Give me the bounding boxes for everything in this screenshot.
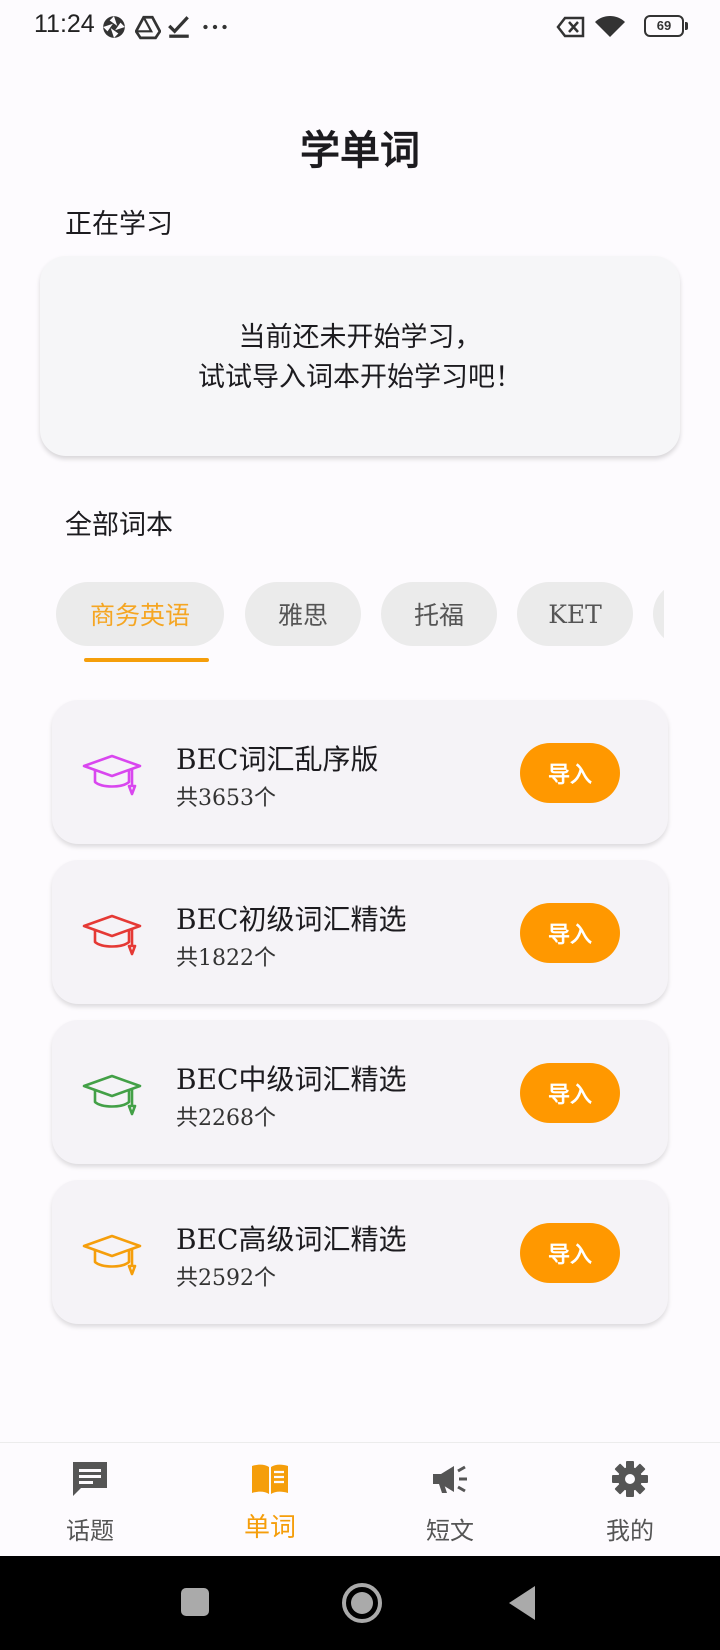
tab-ielts[interactable]: 雅思 xyxy=(245,582,361,646)
section-all-books-label: 全部词本 xyxy=(65,510,173,541)
tab-ket[interactable]: KET xyxy=(517,582,633,646)
battery-icon: 69 xyxy=(644,15,688,37)
tab-business-english[interactable]: 商务英语 xyxy=(56,582,224,646)
nav-label: 话题 xyxy=(66,1517,114,1545)
active-tab-indicator xyxy=(84,658,209,662)
book-title: BEC初级词汇精选 xyxy=(176,903,407,936)
book-title: BEC中级词汇精选 xyxy=(176,1063,407,1096)
aperture-icon xyxy=(103,16,125,38)
megaphone-icon xyxy=(433,1465,467,1493)
bottom-navigation: 话题 单词 短文 我的 xyxy=(0,1442,720,1557)
book-card[interactable]: BEC高级词汇精选 共2592个 导入 xyxy=(52,1180,668,1324)
wifi-icon xyxy=(595,16,625,37)
import-button[interactable]: 导入 xyxy=(520,1223,620,1283)
task-check-icon xyxy=(168,16,189,38)
gear-icon xyxy=(612,1461,648,1497)
page-title: 学单词 xyxy=(300,128,420,174)
book-title: BEC词汇乱序版 xyxy=(176,743,379,776)
nav-label: 短文 xyxy=(426,1517,474,1545)
graduation-cap-icon xyxy=(82,754,142,796)
back-button[interactable] xyxy=(509,1586,535,1620)
import-button[interactable]: 导入 xyxy=(520,743,620,803)
nav-label: 我的 xyxy=(606,1517,654,1545)
empty-state-text: 当前还未开始学习， 试试导入词本开始学习吧！ xyxy=(40,318,680,398)
recent-apps-button[interactable] xyxy=(181,1588,209,1616)
book-icon xyxy=(252,1464,288,1494)
empty-line-2: 试试导入词本开始学习吧！ xyxy=(198,362,522,393)
home-button-center xyxy=(351,1592,373,1614)
book-card[interactable]: BEC初级词汇精选 共1822个 导入 xyxy=(52,860,668,1004)
graduation-cap-icon xyxy=(82,914,142,956)
nav-label: 单词 xyxy=(243,1513,296,1543)
category-tab-row[interactable]: 商务英语 雅思 托福 KET xyxy=(56,582,664,648)
import-button[interactable]: 导入 xyxy=(520,1063,620,1123)
tab-more[interactable] xyxy=(653,582,664,646)
tab-toefl[interactable]: 托福 xyxy=(381,582,497,646)
graduation-cap-icon xyxy=(82,1234,142,1276)
status-bar: 11:24 69 xyxy=(0,0,720,56)
section-current-label: 正在学习 xyxy=(65,209,173,240)
nav-words[interactable]: 单词 xyxy=(180,1443,360,1557)
book-word-count: 共3653个 xyxy=(176,786,276,811)
book-word-count: 共2592个 xyxy=(176,1266,276,1291)
drive-icon xyxy=(135,15,161,40)
book-card[interactable]: BEC词汇乱序版 共3653个 导入 xyxy=(52,700,668,844)
nav-mine[interactable]: 我的 xyxy=(540,1443,720,1557)
book-card[interactable]: BEC中级词汇精选 共2268个 导入 xyxy=(52,1020,668,1164)
nav-passages[interactable]: 短文 xyxy=(360,1443,540,1557)
graduation-cap-icon xyxy=(82,1074,142,1116)
sim-off-icon xyxy=(556,16,585,38)
book-word-count: 共1822个 xyxy=(176,946,276,971)
import-button[interactable]: 导入 xyxy=(520,903,620,963)
more-dots-icon xyxy=(203,24,227,30)
chat-icon xyxy=(73,1462,107,1496)
empty-line-1: 当前还未开始学习， xyxy=(238,322,482,353)
book-title: BEC高级词汇精选 xyxy=(176,1223,407,1256)
status-time: 11:24 xyxy=(34,10,95,38)
book-word-count: 共2268个 xyxy=(176,1106,276,1131)
nav-topics[interactable]: 话题 xyxy=(0,1443,180,1557)
